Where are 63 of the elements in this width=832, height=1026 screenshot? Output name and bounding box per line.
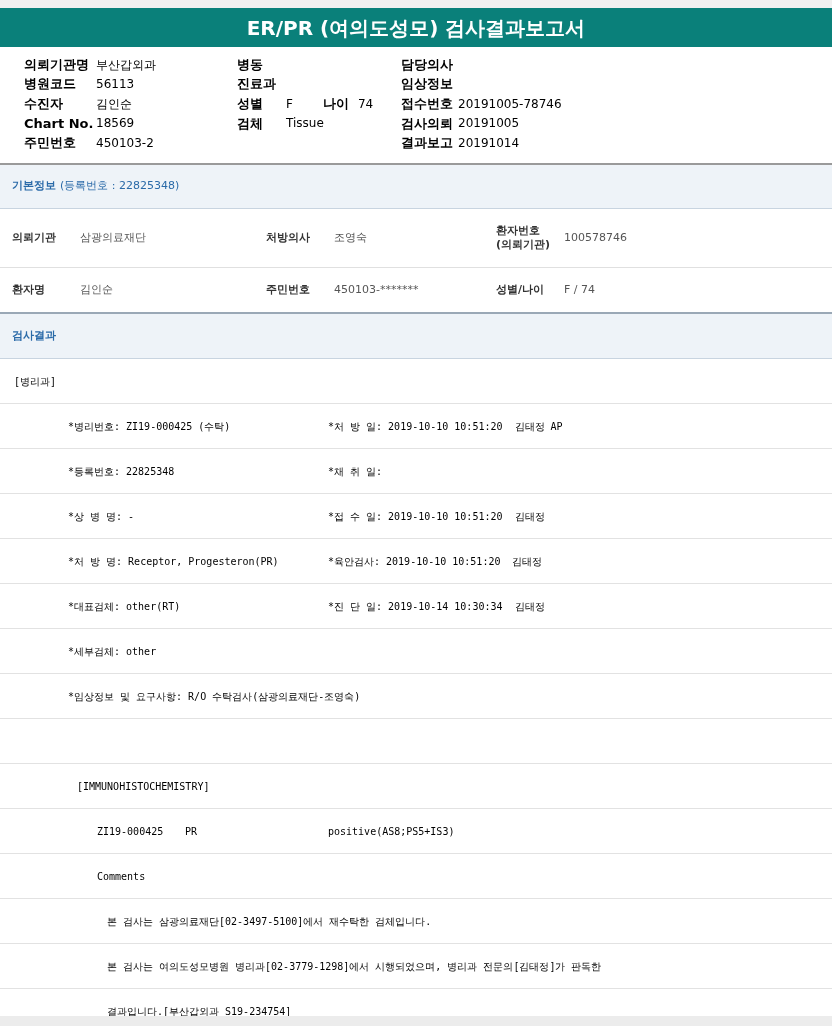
report-field: *상 병 명: - [68,508,328,524]
report-field: *처 방 일: 2019-10-10 10:51:20 김태정 AP [328,418,563,434]
field-label: 환자명 [12,283,46,297]
report-field: *처 방 명: Receptor, Progesteron(PR) [68,553,328,569]
field-value: F [286,95,293,113]
field-value: 74 [357,95,374,113]
field-value: Tissue [286,115,324,133]
field-label: 임상정보 [401,75,454,94]
field-label: 주민번호 [266,283,311,297]
report-title: ER/PR (여의도성모) 검사결과보고서 [0,8,832,47]
field-label: 주민번호 [24,134,77,153]
comments-heading: Comments [97,869,146,884]
report-field: *채 취 일: [328,463,383,479]
field-label: 결과보고 [401,134,454,153]
field-value: 100578746 [564,229,627,246]
report-field: *세부검체: other [68,643,328,659]
field-value: 450103-******* [334,281,419,298]
comment-text: 본 검사는 삼광의료재단[02-3497-5100]에서 재수탁한 검체입니다. [107,914,432,929]
field-value: 56113 [96,76,135,94]
field-value: 부산갑외과 [96,56,156,74]
field-label: 담당의사 [401,55,454,74]
field-label: 나이 [322,94,350,113]
field-label: 처방의사 [266,231,311,245]
comment-text: 결과입니다.[부산갑외과 S19-234754] [107,1004,292,1019]
field-value: 조영숙 [334,229,367,246]
report-field: *등록번호: 22825348 [68,463,328,479]
field-label: 접수번호 [401,94,454,113]
field-label: 의뢰기관명 [24,55,90,74]
field-value: 18569 [96,115,135,133]
group-heading: [IMMUNOHISTOCHEMISTRY] [77,779,210,794]
field-value: 20191014 [458,134,520,152]
report-field: *병리번호: ZI19-000425 (수탁) [68,418,328,434]
field-label: 환자번호 (의뢰기관) [496,224,552,252]
field-label: 검사의뢰 [401,114,454,133]
report-field: *육안검사: 2019-10-10 10:51:20 김태정 [328,553,543,569]
result-cell-text: PR [185,824,199,839]
field-value: 김인순 [80,281,113,298]
section-title: 기본정보 [12,178,56,195]
field-label: 수진자 [24,94,64,113]
field-value: 김인순 [96,95,132,113]
field-value: 450103-2 [96,134,154,152]
section-title: 검사결과 [12,327,56,344]
result-cell-text: ZI19-000425 [97,824,165,839]
report-field: *접 수 일: 2019-10-10 10:51:20 김태정 [328,508,545,524]
field-label: 성별/나이 [496,283,546,297]
field-value: 삼광의료재단 [80,229,146,246]
field-label: 검체 [237,114,264,133]
field-label: 진료과 [237,75,277,94]
result-cell-text: positive(AS8;PS5+IS3) [328,824,455,839]
field-value: F / 74 [564,281,596,298]
field-label: 성별 [237,94,264,113]
field-label: Chart No. [24,114,95,133]
report-field: *진 단 일: 2019-10-14 10:30:34 김태정 [328,598,545,614]
report-field: *대표검체: other(RT) [68,598,328,614]
registration-number: (등록번호 : 22825348) [60,178,180,195]
comment-text: 본 검사는 여의도성모병원 병리과[02-3779-1298]에서 시행되었으며, 병리과 전문의[김태정]가 판독한 [107,959,602,974]
field-label: 의뢰기관 [12,231,57,245]
department-label: [병리과] [14,374,57,389]
field-label: 병원코드 [24,75,77,94]
report-field: *임상정보 및 요구사항: R/O 수탁검사(삼광의료재단-조영숙) [68,688,361,704]
field-value: 20191005-78746 [458,95,562,113]
field-value: 20191005 [458,115,520,133]
field-label: 병동 [237,55,264,74]
